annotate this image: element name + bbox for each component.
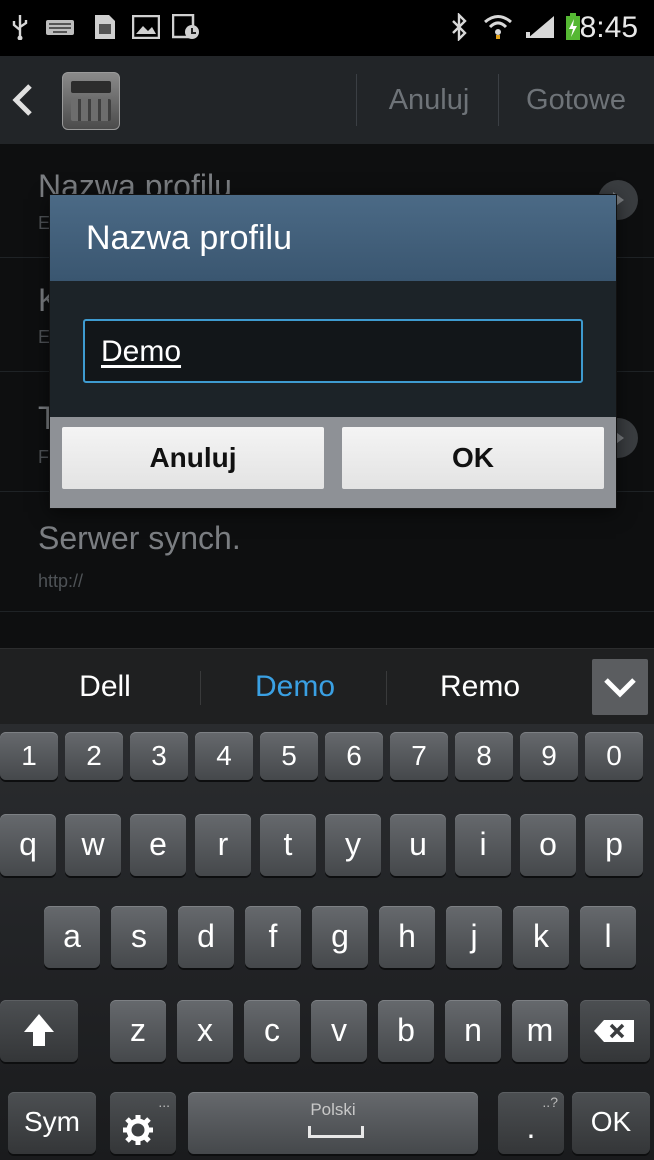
key-k[interactable]: k	[513, 906, 569, 968]
key-l[interactable]: l	[580, 906, 636, 968]
suggestion-item[interactable]: Dell	[40, 667, 170, 707]
sim-card-icon	[92, 14, 118, 40]
wifi-icon	[482, 14, 514, 40]
calculator-app-icon[interactable]	[62, 72, 120, 130]
dialog-body: Demo	[50, 281, 616, 417]
gallery-icon	[132, 14, 160, 40]
action-divider	[356, 74, 357, 126]
space-key[interactable]: Polski	[188, 1092, 478, 1154]
signal-icon	[524, 14, 558, 40]
key-8[interactable]: 8	[455, 732, 513, 780]
suggestion-item[interactable]: Remo	[410, 667, 550, 707]
key-i[interactable]: i	[455, 814, 511, 876]
list-item-subtitle: F	[38, 447, 49, 467]
key-w[interactable]: w	[65, 814, 121, 876]
keyboard-settings-key[interactable]: ...	[110, 1092, 176, 1154]
key-0[interactable]: 0	[585, 732, 643, 780]
key-a[interactable]: a	[44, 906, 100, 968]
backspace-icon	[594, 1020, 634, 1042]
key-s[interactable]: s	[111, 906, 167, 968]
key-h[interactable]: h	[379, 906, 435, 968]
key-2[interactable]: 2	[65, 732, 123, 780]
key-t[interactable]: t	[260, 814, 316, 876]
status-bar: 8:45	[0, 0, 654, 56]
shift-key[interactable]	[0, 1000, 78, 1062]
key-u[interactable]: u	[390, 814, 446, 876]
action-bar: Anuluj Gotowe	[0, 56, 654, 144]
key-p[interactable]: p	[585, 814, 643, 876]
key-x[interactable]: x	[177, 1000, 233, 1062]
dialog-title: Nazwa profilu	[86, 219, 292, 257]
dialog-ok-button[interactable]: OK	[342, 427, 604, 489]
back-arrow-icon[interactable]	[8, 80, 36, 120]
dialog-cancel-button[interactable]: Anuluj	[62, 427, 324, 489]
backspace-key[interactable]	[580, 1000, 650, 1062]
key-n[interactable]: n	[445, 1000, 501, 1062]
key-3[interactable]: 3	[130, 732, 188, 780]
action-divider	[498, 74, 499, 126]
keyboard-icon	[44, 14, 76, 40]
soft-keyboard: 1 2 3 4 5 6 7 8 9 0 q w e r t y u i o p …	[0, 724, 654, 1160]
bluetooth-icon	[448, 13, 470, 41]
chevron-down-icon[interactable]	[592, 659, 648, 715]
space-bar-icon	[308, 1126, 364, 1138]
key-v[interactable]: v	[311, 1000, 367, 1062]
key-d[interactable]: d	[178, 906, 234, 968]
usb-icon	[10, 14, 30, 40]
key-y[interactable]: y	[325, 814, 381, 876]
key-5[interactable]: 5	[260, 732, 318, 780]
key-g[interactable]: g	[312, 906, 368, 968]
key-o[interactable]: o	[520, 814, 576, 876]
profile-name-dialog: Nazwa profilu Demo Anuluj OK	[50, 195, 616, 508]
done-action-button[interactable]: Gotowe	[502, 80, 650, 120]
suggestion-divider	[386, 671, 387, 705]
sym-key[interactable]: Sym	[8, 1092, 96, 1154]
key-z[interactable]: z	[110, 1000, 166, 1062]
key-f[interactable]: f	[245, 906, 301, 968]
key-1[interactable]: 1	[0, 732, 58, 780]
key-c[interactable]: c	[244, 1000, 300, 1062]
status-time: 8:45	[579, 11, 638, 44]
suggestion-bar: Dell Demo Remo	[0, 648, 654, 724]
key-9[interactable]: 9	[520, 732, 578, 780]
suggestion-item-highlighted[interactable]: Demo	[225, 667, 365, 707]
key-r[interactable]: r	[195, 814, 251, 876]
profile-name-input[interactable]: Demo	[83, 319, 583, 383]
list-item-sync-server[interactable]: Serwer synch. http://	[0, 492, 654, 612]
key-j[interactable]: j	[446, 906, 502, 968]
key-4[interactable]: 4	[195, 732, 253, 780]
period-key[interactable]: ..? .	[498, 1092, 564, 1154]
key-e[interactable]: e	[130, 814, 186, 876]
shift-arrow-icon	[24, 1014, 54, 1046]
list-item-subtitle: E	[38, 213, 51, 233]
dialog-header: Nazwa profilu	[50, 195, 616, 281]
key-q[interactable]: q	[0, 814, 56, 876]
ok-key[interactable]: OK	[572, 1092, 650, 1154]
key-m[interactable]: m	[512, 1000, 568, 1062]
list-item-subtitle: E	[38, 327, 51, 347]
profile-name-input-value: Demo	[101, 335, 182, 368]
key-6[interactable]: 6	[325, 732, 383, 780]
list-item-title: Serwer synch.	[38, 520, 241, 556]
key-7[interactable]: 7	[390, 732, 448, 780]
cancel-action-button[interactable]: Anuluj	[364, 80, 494, 120]
dialog-button-bar: Anuluj OK	[50, 417, 616, 508]
list-item-subtitle: http://	[38, 571, 84, 591]
key-b[interactable]: b	[378, 1000, 434, 1062]
suggestion-divider	[200, 671, 201, 705]
screenshot-icon	[172, 14, 200, 40]
